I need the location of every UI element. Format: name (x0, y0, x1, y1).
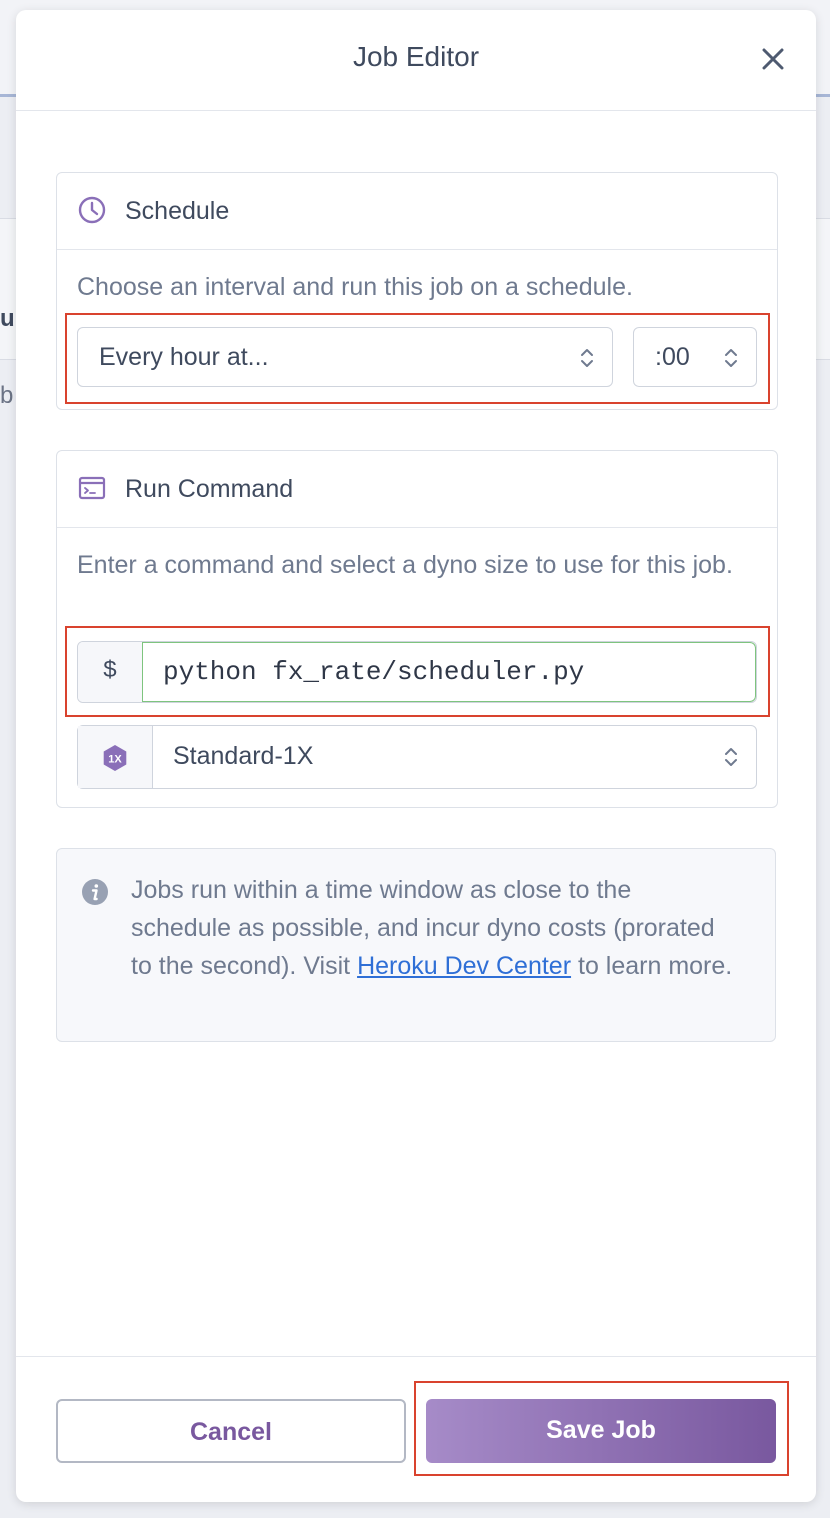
minute-select[interactable]: :00 (633, 327, 757, 387)
clock-icon (78, 196, 106, 224)
modal-footer: Cancel Save Job (16, 1356, 816, 1503)
modal-header: Job Editor (16, 10, 816, 111)
info-text: Jobs run within a time window as close t… (131, 871, 735, 985)
dyno-1x-icon: 1X (103, 745, 127, 771)
chevron-updown-icon (725, 748, 737, 766)
schedule-card-header: Schedule (57, 173, 777, 250)
run-command-card: Run Command Enter a command and select a… (56, 450, 778, 808)
save-job-button[interactable]: Save Job (426, 1399, 776, 1463)
job-editor-modal: Job Editor Schedule Choose an interval a… (16, 10, 816, 1502)
schedule-description: Choose an interval and run this job on a… (77, 273, 633, 301)
interval-select[interactable]: Every hour at... (77, 327, 613, 387)
minute-select-value: :00 (655, 343, 690, 371)
dyno-size-select[interactable]: 1X Standard-1X (77, 725, 757, 789)
heroku-dev-center-link[interactable]: Heroku Dev Center (357, 952, 571, 980)
dyno-badge: 1X (78, 726, 153, 788)
background-text-fragment: b (0, 382, 14, 409)
info-icon (82, 879, 108, 905)
command-input-group: $ python fx_rate/scheduler.py (77, 641, 757, 703)
schedule-heading: Schedule (125, 197, 230, 225)
run-command-card-header: Run Command (57, 451, 777, 528)
dyno-badge-label: 1X (108, 754, 122, 766)
info-notice: Jobs run within a time window as close t… (56, 848, 776, 1042)
cancel-button[interactable]: Cancel (56, 1399, 406, 1463)
command-input[interactable]: python fx_rate/scheduler.py (142, 642, 756, 702)
close-icon (762, 48, 784, 70)
command-prompt-symbol: $ (78, 642, 143, 702)
schedule-card: Schedule Choose an interval and run this… (56, 172, 778, 410)
terminal-icon (78, 476, 106, 500)
chevron-updown-icon (581, 349, 593, 367)
run-command-description: Enter a command and select a dyno size t… (77, 551, 733, 579)
chevron-updown-icon (725, 349, 737, 367)
run-command-heading: Run Command (125, 475, 294, 503)
interval-select-value: Every hour at... (99, 343, 269, 371)
background-text-fragment: u (0, 305, 15, 332)
info-text-end: to learn more. (571, 952, 733, 980)
dyno-size-value: Standard-1X (173, 742, 314, 770)
close-button[interactable] (758, 44, 788, 74)
modal-title: Job Editor (352, 41, 480, 72)
